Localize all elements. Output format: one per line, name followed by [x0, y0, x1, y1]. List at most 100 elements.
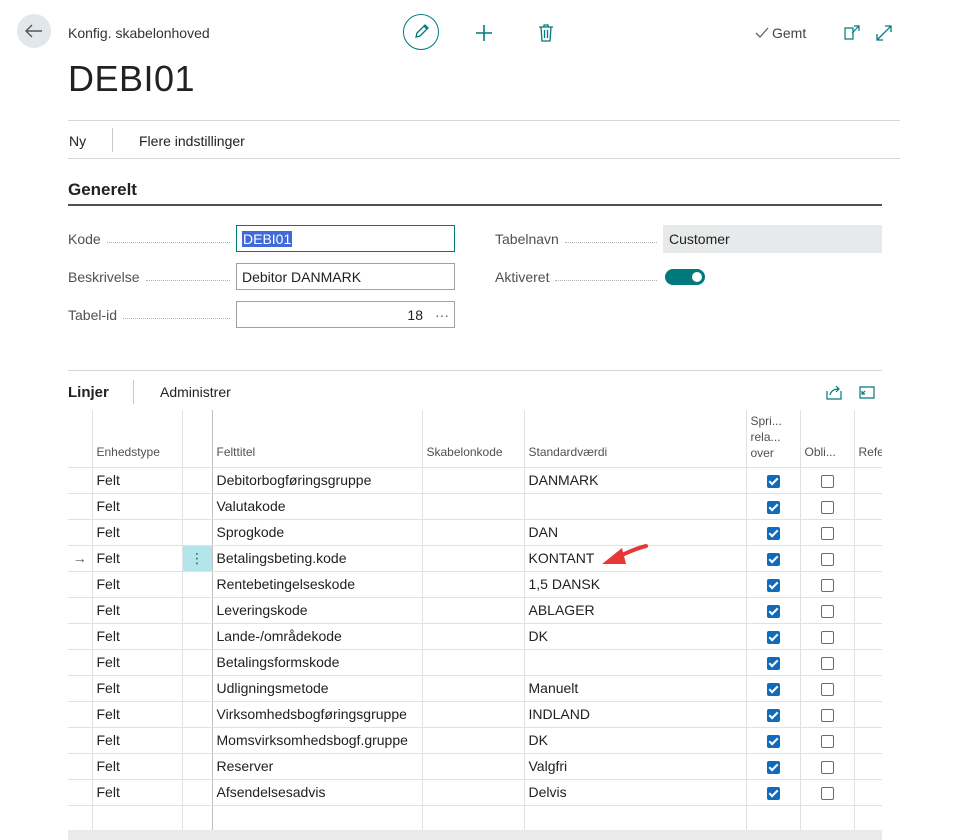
cell-field-title[interactable]: Valutakode	[212, 493, 423, 520]
cell-mandatory[interactable]	[800, 649, 855, 676]
table-row[interactable]: Felt Debitorbogføringsgruppe DANMARK	[68, 467, 882, 494]
cell-default-value[interactable]	[524, 649, 747, 676]
cell-skip-relation[interactable]	[746, 701, 801, 728]
checkbox-unchecked[interactable]	[820, 500, 834, 514]
cell-template-code[interactable]	[422, 779, 525, 806]
row-actions-cell[interactable]	[182, 701, 213, 728]
checkbox-checked[interactable]	[766, 474, 780, 488]
row-actions-cell[interactable]	[182, 649, 213, 676]
cell-mandatory[interactable]	[800, 727, 855, 754]
cell-type[interactable]: Felt	[92, 649, 183, 676]
expand-button[interactable]	[875, 24, 893, 42]
cell-template-code[interactable]	[422, 545, 525, 572]
cell-field-title[interactable]: Debitorbogføringsgruppe	[212, 467, 423, 494]
cell-field-title[interactable]: Momsvirksomhedsbogf.gruppe	[212, 727, 423, 754]
checkbox-unchecked[interactable]	[820, 708, 834, 722]
col-header-reference[interactable]: Refe	[854, 410, 882, 468]
table-row[interactable]: → Felt ⋮ Betalingsbeting.kode KONTANT	[68, 545, 882, 572]
checkbox-unchecked[interactable]	[820, 578, 834, 592]
row-actions-cell[interactable]	[182, 727, 213, 754]
cell-mandatory[interactable]	[800, 779, 855, 806]
cell-mandatory[interactable]	[800, 675, 855, 702]
cell-field-title[interactable]: Betalingsformskode	[212, 649, 423, 676]
row-actions-cell[interactable]	[182, 571, 213, 598]
cell-template-code[interactable]	[422, 519, 525, 546]
checkbox-unchecked[interactable]	[820, 474, 834, 488]
cell-field-title[interactable]: Rentebetingelseskode	[212, 571, 423, 598]
cell-type[interactable]: Felt	[92, 597, 183, 624]
cell-default-value[interactable]: DK	[524, 623, 747, 650]
checkbox-unchecked[interactable]	[820, 760, 834, 774]
description-field[interactable]: Debitor DANMARK	[236, 263, 455, 290]
cell-field-title[interactable]: Betalingsbeting.kode	[212, 545, 423, 572]
cell-mandatory[interactable]	[800, 623, 855, 650]
col-header-mandatory[interactable]: Obli...	[800, 410, 855, 468]
cell-mandatory[interactable]	[800, 701, 855, 728]
cell-default-value[interactable]: Manuelt	[524, 675, 747, 702]
cell-template-code[interactable]	[422, 571, 525, 598]
checkbox-unchecked[interactable]	[820, 552, 834, 566]
cell-field-title[interactable]: Reserver	[212, 753, 423, 780]
empty-cell[interactable]	[524, 805, 747, 832]
checkbox-unchecked[interactable]	[820, 656, 834, 670]
focus-mode-button[interactable]	[858, 383, 876, 401]
checkbox-checked[interactable]	[766, 630, 780, 644]
cell-mandatory[interactable]	[800, 753, 855, 780]
empty-cell[interactable]	[422, 805, 525, 832]
cell-mandatory[interactable]	[800, 545, 855, 572]
table-row[interactable]: Felt Rentebetingelseskode 1,5 DANSK	[68, 571, 882, 598]
cell-template-code[interactable]	[422, 727, 525, 754]
table-row[interactable]: Felt Sprogkode DAN	[68, 519, 882, 546]
row-actions-cell[interactable]	[182, 467, 213, 494]
row-actions-cell[interactable]	[182, 493, 213, 520]
edit-button[interactable]	[403, 14, 439, 50]
empty-cell[interactable]	[68, 805, 93, 832]
enabled-toggle[interactable]	[665, 269, 705, 285]
cell-type[interactable]: Felt	[92, 519, 183, 546]
new-button[interactable]	[474, 23, 494, 43]
cell-type[interactable]: Felt	[92, 753, 183, 780]
row-actions-cell[interactable]	[182, 519, 213, 546]
checkbox-checked[interactable]	[766, 500, 780, 514]
cell-default-value[interactable]: INDLAND	[524, 701, 747, 728]
table-row[interactable]: Felt Virksomhedsbogføringsgruppe INDLAND	[68, 701, 882, 728]
cell-mandatory[interactable]	[800, 519, 855, 546]
row-actions-cell[interactable]	[182, 597, 213, 624]
table-row[interactable]: Felt Valutakode	[68, 493, 882, 520]
checkbox-unchecked[interactable]	[820, 786, 834, 800]
cell-template-code[interactable]	[422, 753, 525, 780]
cell-field-title[interactable]: Lande-/områdekode	[212, 623, 423, 650]
table-row[interactable]: Felt Reserver Valgfri	[68, 753, 882, 780]
cell-template-code[interactable]	[422, 649, 525, 676]
cell-default-value[interactable]: Delvis	[524, 779, 747, 806]
delete-button[interactable]	[536, 23, 556, 43]
cell-skip-relation[interactable]	[746, 727, 801, 754]
table-row[interactable]: Felt Udligningsmetode Manuelt	[68, 675, 882, 702]
cell-field-title[interactable]: Virksomhedsbogføringsgruppe	[212, 701, 423, 728]
cell-default-value[interactable]: ABLAGER	[524, 597, 747, 624]
cell-skip-relation[interactable]	[746, 675, 801, 702]
cell-default-value[interactable]: Valgfri	[524, 753, 747, 780]
checkbox-checked[interactable]	[766, 734, 780, 748]
checkbox-unchecked[interactable]	[820, 734, 834, 748]
empty-cell[interactable]	[182, 805, 213, 832]
cell-template-code[interactable]	[422, 675, 525, 702]
empty-cell[interactable]	[92, 805, 183, 832]
checkbox-unchecked[interactable]	[820, 682, 834, 696]
cell-type[interactable]: Felt	[92, 493, 183, 520]
table-row[interactable]: Felt Betalingsformskode	[68, 649, 882, 676]
row-actions-cell[interactable]: ⋮	[182, 545, 213, 572]
col-header-default-value[interactable]: Standardværdi	[524, 410, 747, 468]
table-row[interactable]: Felt Afsendelsesadvis Delvis	[68, 779, 882, 806]
table-row-empty[interactable]	[68, 805, 882, 832]
cell-default-value[interactable]: DK	[524, 727, 747, 754]
table-row[interactable]: Felt Leveringskode ABLAGER	[68, 597, 882, 624]
cell-skip-relation[interactable]	[746, 545, 801, 572]
cell-field-title[interactable]: Leveringskode	[212, 597, 423, 624]
cell-mandatory[interactable]	[800, 493, 855, 520]
empty-cell[interactable]	[800, 805, 855, 832]
checkbox-checked[interactable]	[766, 604, 780, 618]
cell-template-code[interactable]	[422, 597, 525, 624]
table-row[interactable]: Felt Lande-/områdekode DK	[68, 623, 882, 650]
cell-skip-relation[interactable]	[746, 597, 801, 624]
